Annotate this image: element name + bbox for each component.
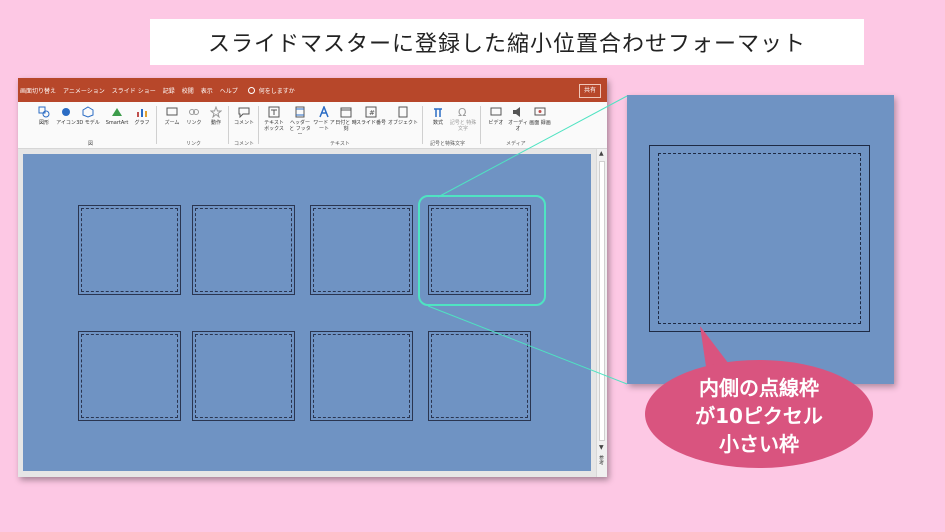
callout-line-1: 内側の点線枠 bbox=[699, 376, 819, 400]
callout-line-3: 小さい枠 bbox=[719, 432, 799, 456]
callout-line-2: が10ピクセル bbox=[695, 404, 823, 428]
connector-line-top bbox=[437, 95, 628, 198]
callout-text: 内側の点線枠 が10ピクセル 小さい枠 bbox=[650, 366, 868, 466]
connector-line-bottom bbox=[427, 305, 628, 385]
